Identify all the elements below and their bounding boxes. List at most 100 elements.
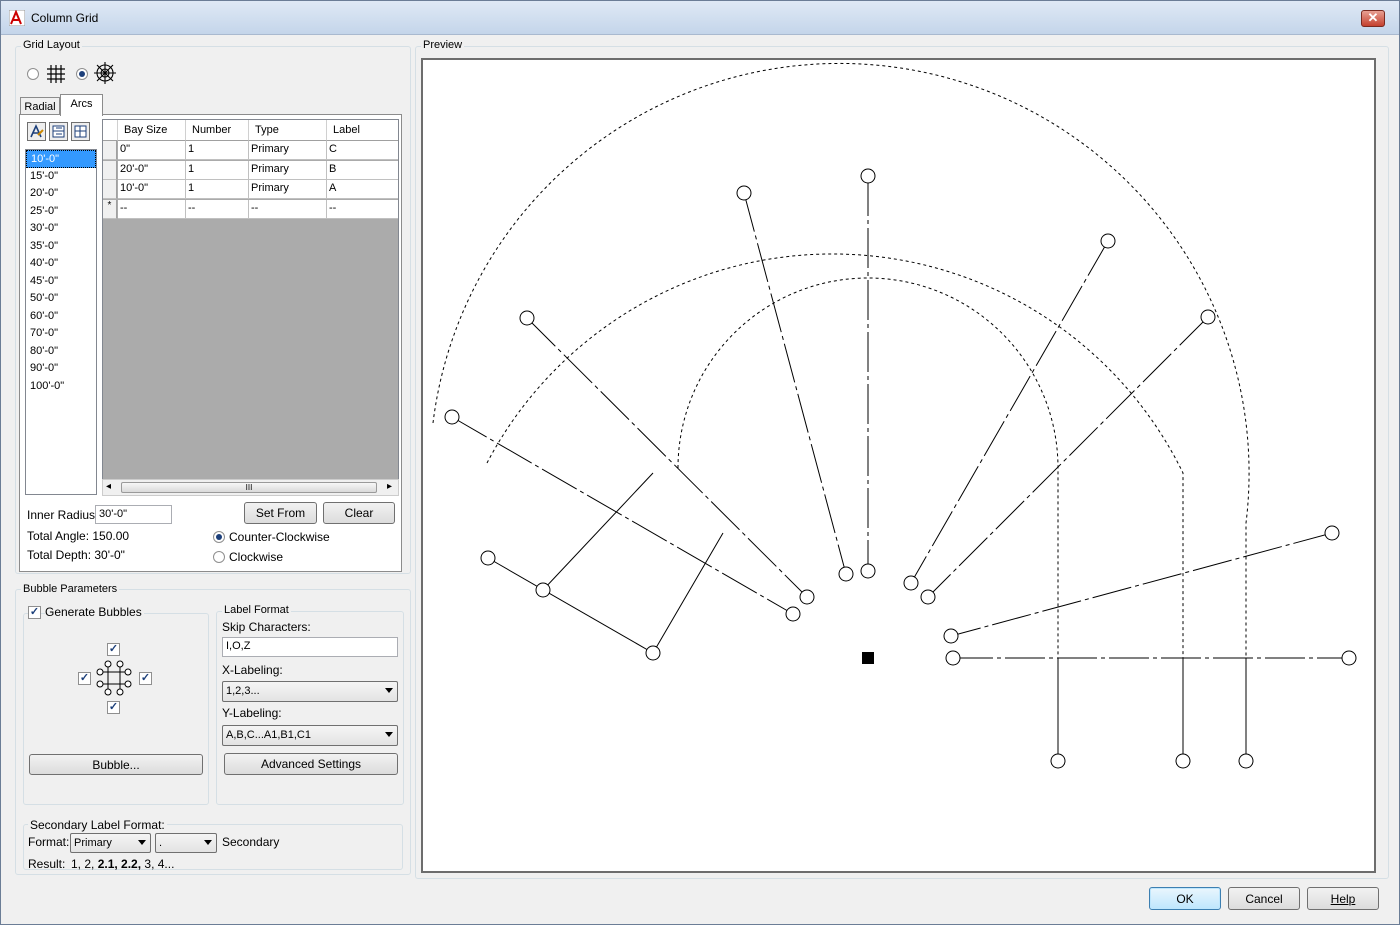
x-labeling-label: X-Labeling: [222,663,283,677]
insert-row-button[interactable] [49,122,68,141]
row-header[interactable] [103,160,117,180]
bubble-placement-icon [96,660,132,696]
grid-layout-legend: Grid Layout [21,39,82,51]
scroll-thumb[interactable]: III [121,482,377,493]
set-from-button[interactable]: Set From [244,502,317,524]
close-icon: ✕ [1367,10,1379,25]
counter-clockwise-label[interactable]: Counter-Clockwise [229,530,330,544]
advanced-settings-button[interactable]: Advanced Settings [224,753,398,775]
radial-grid-preview [432,63,1357,769]
skip-characters-label: Skip Characters: [222,620,311,634]
table-cell[interactable]: 1 [186,141,249,160]
clockwise-label[interactable]: Clockwise [229,550,283,564]
table-cell[interactable]: Primary [249,180,327,199]
clear-button[interactable]: Clear [323,502,395,524]
insert-row-icon [52,125,65,138]
autocad-app-icon [9,10,25,26]
inner-radius-input[interactable]: 30'-0" [95,505,172,524]
table-cell[interactable]: 1 [186,180,249,199]
list-item[interactable]: 10'-0" [26,150,96,168]
y-labeling-dropdown[interactable]: A,B,C...A1,B1,C1 [222,725,398,746]
column-header-bay-size[interactable]: Bay Size [118,120,186,141]
bubble-parameters-legend: Bubble Parameters [21,583,120,595]
row-header[interactable] [103,141,117,160]
total-depth-text: Total Depth: 30'-0" [27,548,125,562]
list-item[interactable]: 80'-0" [26,343,96,361]
table-cell[interactable]: Primary [249,160,327,180]
table-cell[interactable]: -- [118,199,186,219]
table-cell[interactable]: 1 [186,160,249,180]
list-item[interactable]: 90'-0" [26,360,96,378]
tab-arcs[interactable]: Arcs [60,94,103,116]
chevron-down-icon [138,840,146,845]
cancel-button[interactable]: Cancel [1228,887,1300,910]
table-cell[interactable]: 20'-0" [118,160,186,180]
list-item[interactable]: 50'-0" [26,290,96,308]
list-item[interactable]: 70'-0" [26,325,96,343]
list-item[interactable]: 30'-0" [26,220,96,238]
label-format-legend: Label Format [222,604,291,616]
bubble-top-checkbox[interactable]: ✓ [107,643,120,656]
table-cell[interactable]: -- [249,199,327,219]
list-item[interactable]: 15'-0" [26,168,96,186]
bubble-button[interactable]: Bubble... [29,754,203,775]
chevron-down-icon [385,688,393,693]
column-header-number[interactable]: Number [186,120,249,141]
y-labeling-label: Y-Labeling: [222,706,282,720]
list-item[interactable]: 45'-0" [26,273,96,291]
preview-canvas[interactable] [421,58,1376,873]
list-item[interactable]: 60'-0" [26,308,96,326]
auto-fill-button[interactable] [27,122,46,141]
column-header-type[interactable]: Type [249,120,327,141]
list-item[interactable]: 35'-0" [26,238,96,256]
radial-layout-radio[interactable] [76,68,88,80]
arcs-table[interactable]: Bay Size Number Type Label 0" 1 Primary C 20… [102,119,399,496]
table-cell[interactable]: Primary [249,141,327,160]
scroll-right-icon[interactable]: ▸ [387,481,392,492]
scroll-left-icon[interactable]: ◂ [106,481,111,492]
result-value: 1, 2, 2.1, 2.2, 3, 4... [71,857,175,871]
close-button[interactable]: ✕ [1361,10,1385,27]
rectangular-layout-radio[interactable] [27,68,39,80]
preview-legend: Preview [421,39,465,51]
counter-clockwise-radio[interactable] [213,531,225,543]
help-button[interactable]: Help [1307,887,1379,910]
bubble-left-checkbox[interactable]: ✓ [78,672,91,685]
delete-row-icon [74,125,87,138]
tab-radial[interactable]: Radial [20,97,60,115]
title-bar: Column Grid ✕ [1,1,1399,35]
bay-size-list[interactable]: 10'-0" 15'-0" 20'-0" 25'-0" 30'-0" 35'-0" 40'-… [25,149,97,495]
column-header-label[interactable]: Label [327,120,398,141]
table-cell[interactable]: B [327,160,398,180]
row-header[interactable] [103,180,117,199]
bubble-bottom-checkbox[interactable]: ✓ [107,701,120,714]
bubble-right-checkbox[interactable]: ✓ [139,672,152,685]
table-cell[interactable]: 0" [118,141,186,160]
clockwise-radio[interactable] [213,551,225,563]
list-item[interactable]: 25'-0" [26,203,96,221]
list-item[interactable]: 40'-0" [26,255,96,273]
delete-row-button[interactable] [71,122,90,141]
table-cell[interactable]: A [327,180,398,199]
row-header[interactable]: * [103,199,117,219]
table-cell[interactable]: 10'-0" [118,180,186,199]
table-cell[interactable]: -- [186,199,249,219]
format-dropdown[interactable]: Primary [70,833,151,853]
skip-characters-input[interactable]: I,O,Z [222,637,398,657]
list-item[interactable]: 100'-0" [26,378,96,396]
ok-button[interactable]: OK [1149,887,1221,910]
x-labeling-dropdown[interactable]: 1,2,3... [222,681,398,702]
table-cell[interactable]: C [327,141,398,160]
format-label: Format: [28,835,70,849]
generate-bubbles-label[interactable]: Generate Bubbles [45,605,144,619]
generate-bubbles-checkbox[interactable]: ✓ [28,606,41,619]
table-horizontal-scrollbar[interactable]: ◂ III ▸ [102,479,399,496]
table-cell[interactable]: -- [327,199,398,219]
radial-grid-icon [94,62,116,84]
window-title: Column Grid [31,11,99,25]
column-grid-dialog: Column Grid ✕ Grid Layout Radial Arcs 10… [0,0,1400,925]
list-item[interactable]: 20'-0" [26,185,96,203]
secondary-text: Secondary [222,835,280,849]
grid-bubbles [444,168,1357,769]
separator-dropdown[interactable]: . [155,833,217,853]
